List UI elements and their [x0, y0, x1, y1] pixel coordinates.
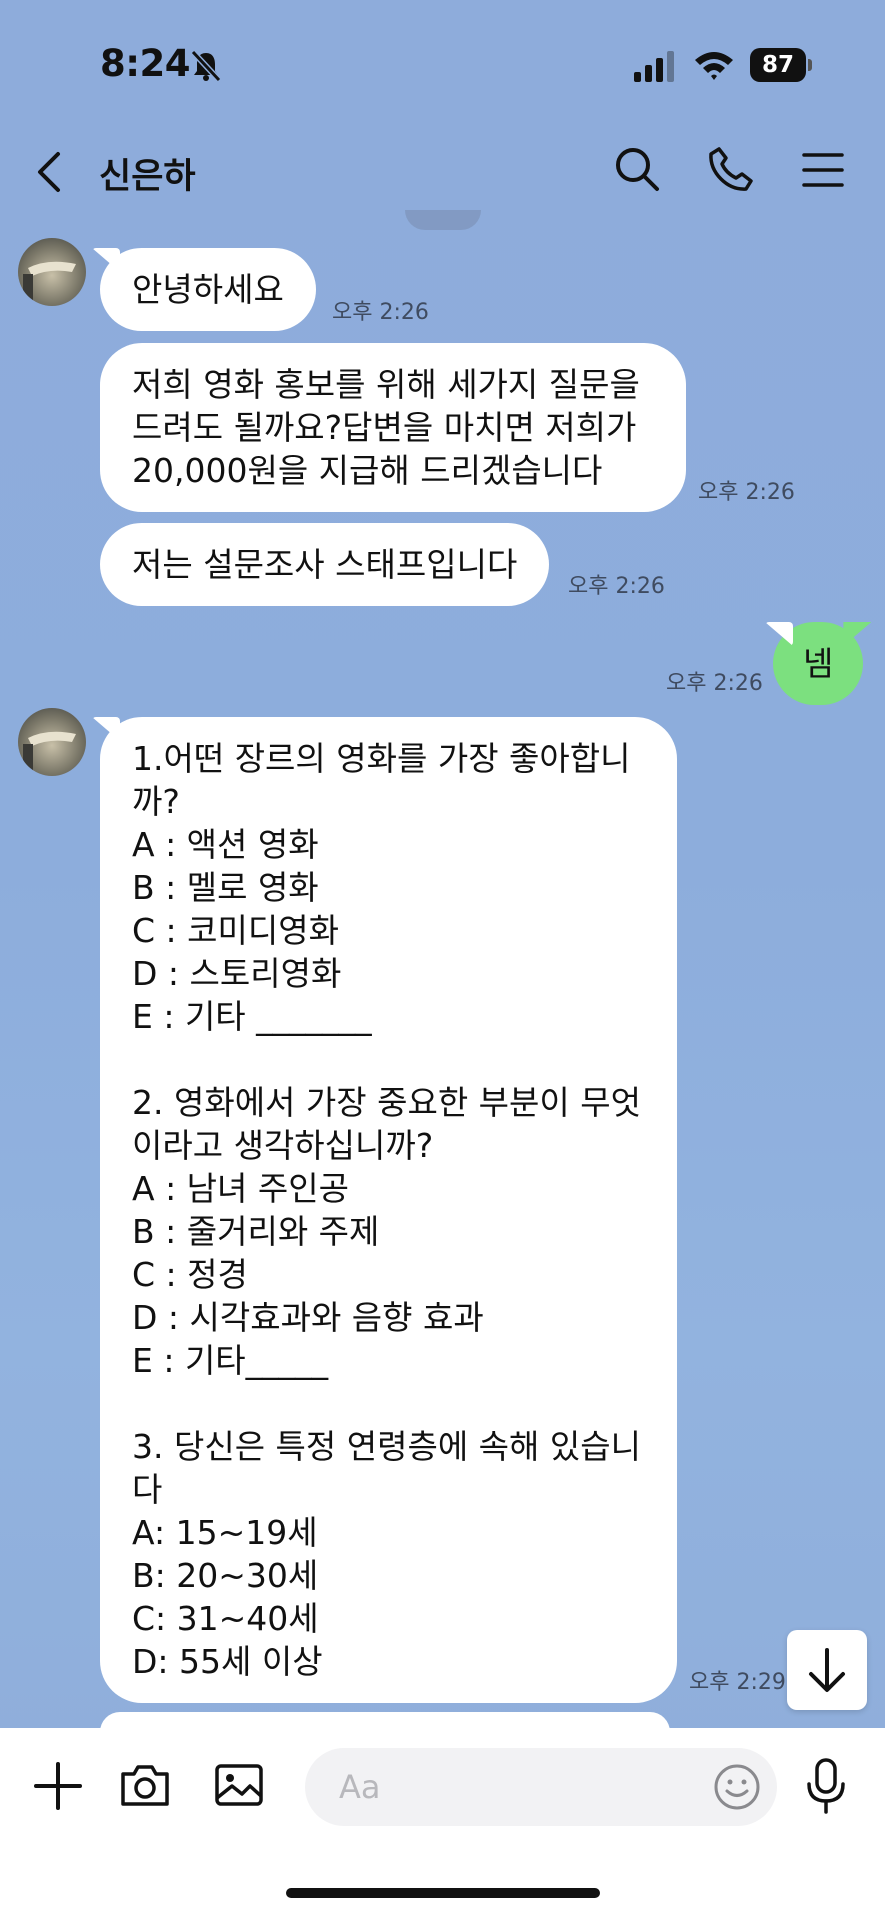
message-input[interactable]	[305, 1748, 777, 1826]
message-time: 오후 2:26	[698, 480, 795, 505]
status-bar: 8:24 87	[0, 0, 885, 130]
wifi-icon	[695, 52, 733, 80]
avatar-image	[23, 731, 76, 776]
message-time: 오후 2:29	[689, 1670, 786, 1695]
battery-indicator: 87	[750, 48, 812, 82]
signal-icon	[634, 51, 674, 82]
my-message-bubble[interactable]: 넴	[773, 622, 864, 705]
arrow-down-icon	[809, 1648, 845, 1692]
message-time: 오후 2:26	[666, 671, 763, 696]
message-time: 오후 2:26	[332, 300, 429, 325]
mic-icon[interactable]	[802, 1756, 850, 1816]
message-bubble[interactable]: 1.어떤 장르의 영화를 가장 좋아합니 까? A : 액션 영화 B : 멜로…	[100, 717, 677, 1703]
chat-title: 신은하	[99, 157, 196, 197]
menu-icon[interactable]	[800, 150, 846, 190]
chat-header: 신은하	[0, 130, 885, 210]
plus-icon[interactable]	[32, 1760, 84, 1812]
battery-tip	[808, 59, 812, 71]
message-bubble[interactable]: 저희 영화 홍보를 위해 세가지 질문을 드려도 될까요?답변을 마치면 저희가…	[100, 343, 686, 512]
home-indicator	[286, 1888, 600, 1898]
message-bubble[interactable]: 안녕하세요	[100, 248, 316, 331]
date-divider-pill	[405, 210, 481, 230]
avatar[interactable]	[18, 708, 86, 776]
message-time: 오후 2:26	[568, 574, 665, 599]
avatar-image	[23, 261, 76, 306]
image-icon[interactable]	[212, 1758, 266, 1812]
scroll-down-button[interactable]	[787, 1630, 867, 1710]
back-icon[interactable]	[32, 148, 68, 196]
status-time: 8:24	[100, 42, 191, 85]
camera-icon[interactable]	[118, 1758, 172, 1812]
emoji-icon[interactable]	[712, 1762, 762, 1812]
battery-level: 87	[750, 48, 806, 82]
search-icon[interactable]	[612, 144, 662, 194]
message-bubble[interactable]: 저는 설문조사 스태프입니다	[100, 523, 550, 606]
call-icon[interactable]	[706, 144, 756, 194]
bell-muted-icon	[190, 49, 222, 83]
avatar[interactable]	[18, 238, 86, 306]
